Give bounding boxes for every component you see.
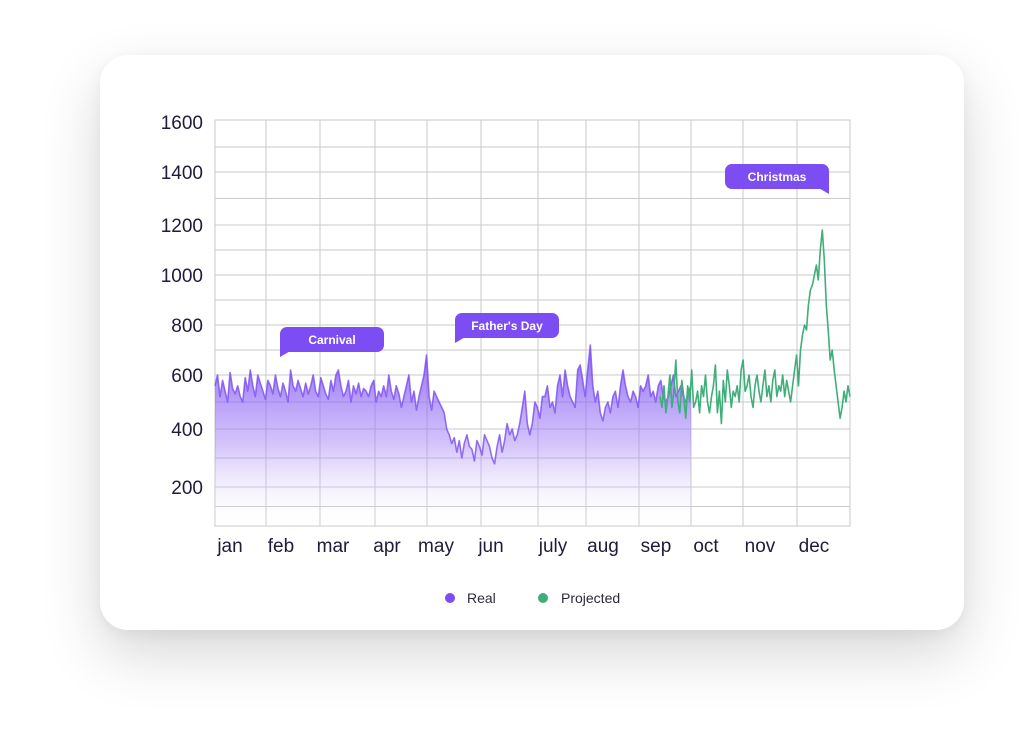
- annotation-label: Carnival: [308, 333, 355, 347]
- x-tick-label: aug: [587, 536, 619, 557]
- x-tick-label: jan: [216, 536, 242, 557]
- legend-label: Projected: [561, 590, 620, 606]
- legend-dot-icon: [538, 593, 548, 603]
- chart-annotations: Carnival Father's Day Christmas: [280, 164, 829, 357]
- chart-card: 200 400 600 800 1000 1200 1400 1600 jan feb mar apr…: [100, 55, 964, 630]
- x-tick-label: apr: [373, 536, 401, 557]
- x-tick-label: feb: [268, 536, 294, 557]
- chart-legend: Real Projected: [445, 590, 620, 606]
- annotation-bubble: Carnival: [280, 327, 384, 357]
- legend-dot-icon: [445, 593, 455, 603]
- x-tick-label: jun: [477, 536, 503, 557]
- y-tick-label: 1400: [161, 163, 203, 184]
- x-tick-label: july: [538, 536, 568, 557]
- y-tick-label: 1600: [161, 113, 203, 134]
- x-tick-label: nov: [745, 536, 776, 557]
- chart-series: [214, 229, 851, 526]
- annotation-bubble: Father's Day: [455, 313, 559, 343]
- sales-chart: 200 400 600 800 1000 1200 1400 1600 jan feb mar apr…: [161, 113, 851, 606]
- x-tick-label: may: [418, 536, 454, 557]
- x-tick-label: dec: [799, 536, 830, 557]
- x-tick-label: sep: [641, 536, 672, 557]
- y-tick-label: 200: [171, 478, 203, 499]
- annotation-label: Father's Day: [471, 319, 543, 333]
- y-tick-label: 1200: [161, 216, 203, 237]
- legend-label: Real: [467, 590, 496, 606]
- y-tick-label: 1000: [161, 266, 203, 287]
- y-tick-label: 800: [171, 316, 203, 337]
- x-tick-label: oct: [693, 536, 719, 557]
- legend-item-real: Real: [445, 590, 496, 606]
- legend-item-projected: Projected: [538, 590, 620, 606]
- y-tick-label: 600: [171, 366, 203, 387]
- x-tick-label: mar: [317, 536, 350, 557]
- series-real-area: [215, 345, 691, 526]
- y-tick-label: 400: [171, 420, 203, 441]
- annotation-label: Christmas: [748, 170, 807, 184]
- annotation-bubble: Christmas: [725, 164, 829, 194]
- series-projected-line: [659, 229, 851, 425]
